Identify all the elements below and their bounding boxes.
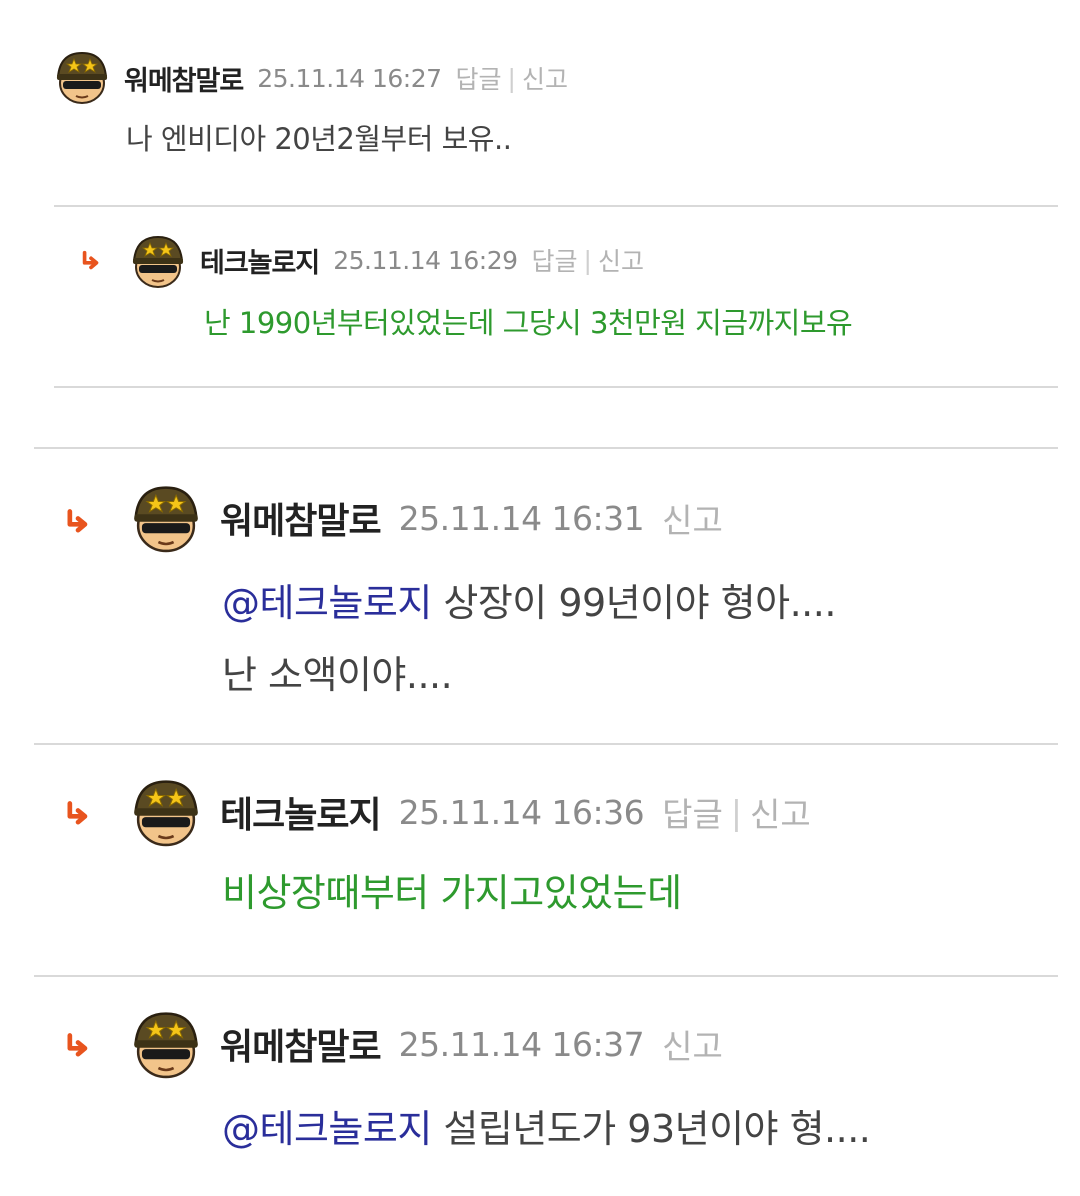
comment-body: 비상장때부터 가지고있었는데 (222, 871, 682, 915)
comment-date: 25.11.14 16:27 (257, 63, 442, 93)
divider (34, 743, 1058, 745)
comment-body-text: 설립년도가 93년이야 형.... (431, 1107, 871, 1151)
divider (54, 386, 1058, 388)
report-button[interactable]: 신고 (598, 242, 644, 278)
comment-body: @테크놀로지 설립년도가 93년이야 형.... (222, 1098, 871, 1153)
divider (34, 975, 1058, 977)
action-separator: | (507, 63, 516, 93)
comment-author[interactable]: 테크놀로지 (200, 241, 320, 280)
reply-arrow-icon (64, 800, 92, 828)
report-button[interactable]: 신고 (662, 494, 723, 542)
comment-header: 워메참말로 25.11.14 16:27 답글 | 신고 (124, 58, 568, 98)
comment-body-line: 난 소액이야.... (222, 653, 453, 697)
report-button[interactable]: 신고 (662, 1020, 723, 1068)
comment-body: 나 엔비디아 20년2월부터 보유.. (126, 122, 512, 156)
reply-button[interactable]: 답글 (532, 242, 578, 278)
comment-author[interactable]: 테크놀로지 (220, 786, 382, 838)
reply-arrow-icon (64, 508, 92, 536)
comment-date: 25.11.14 16:31 (398, 498, 645, 538)
reply-button[interactable]: 답글 (456, 60, 502, 96)
soldier-avatar-icon[interactable] (128, 480, 204, 556)
mention-link[interactable]: @테크놀로지 (222, 1107, 432, 1151)
soldier-avatar-icon[interactable] (128, 230, 188, 292)
comment-author[interactable]: 워메참말로 (220, 492, 382, 544)
divider (34, 447, 1058, 449)
reply-arrow-icon (80, 250, 102, 272)
mention-link[interactable]: @테크놀로지 (222, 581, 432, 625)
soldier-avatar-icon[interactable] (128, 774, 204, 850)
comment-body: @테크놀로지 상장이 99년이야 형아.... (222, 572, 836, 627)
comment-header: 테크놀로지 25.11.14 16:36 답글 | 신고 (220, 786, 811, 838)
action-separator: | (583, 245, 592, 275)
reply-arrow-icon (64, 1032, 92, 1060)
comment-date: 25.11.14 16:36 (398, 792, 645, 832)
report-button[interactable]: 신고 (522, 60, 568, 96)
action-separator: | (730, 792, 743, 832)
divider (54, 205, 1058, 207)
report-button[interactable]: 신고 (750, 788, 811, 836)
comment-header: 테크놀로지 25.11.14 16:29 답글 | 신고 (200, 240, 644, 280)
soldier-avatar-icon[interactable] (128, 1006, 204, 1082)
comment-header: 워메참말로 25.11.14 16:31 신고 (220, 492, 723, 544)
reply-button[interactable]: 답글 (662, 788, 723, 836)
comment-header: 워메참말로 25.11.14 16:37 신고 (220, 1018, 723, 1070)
soldier-avatar-icon[interactable] (52, 46, 112, 108)
comment-date: 25.11.14 16:37 (398, 1024, 645, 1064)
comment-author[interactable]: 워메참말로 (124, 59, 244, 98)
comment-body: 난 1990년부터있었는데 그당시 3천만원 지금까지보유 (204, 306, 853, 340)
comment-date: 25.11.14 16:29 (333, 245, 518, 275)
comment-author[interactable]: 워메참말로 (220, 1018, 382, 1070)
comment-body-text: 상장이 99년이야 형아.... (431, 581, 836, 625)
